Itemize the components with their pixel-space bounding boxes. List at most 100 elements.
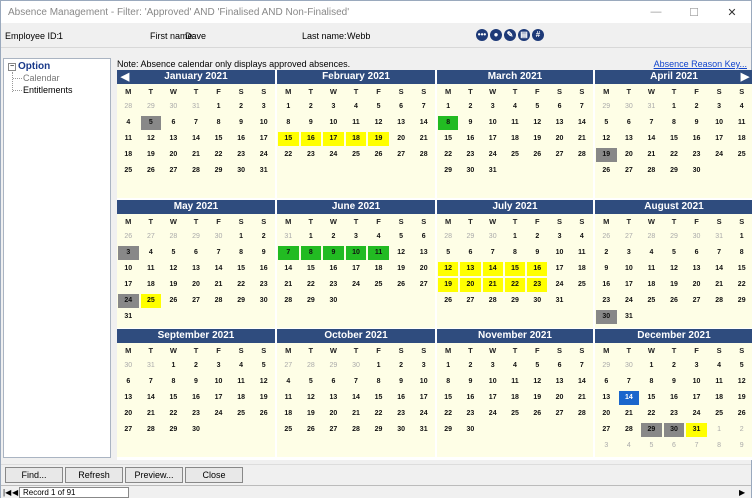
calendar-day[interactable]: 18 — [368, 262, 389, 276]
calendar-day[interactable]: 6 — [413, 230, 434, 244]
calendar-day[interactable]: 8 — [368, 375, 389, 389]
calendar-day[interactable]: 22 — [163, 407, 184, 421]
calendar-day[interactable]: 25 — [709, 407, 730, 421]
calendar-day[interactable]: 27 — [619, 230, 640, 244]
calendar-day[interactable]: 29 — [141, 100, 162, 114]
calendar-day[interactable]: 16 — [300, 132, 322, 146]
calendar-day[interactable]: 1 — [368, 359, 389, 373]
calendar-day[interactable]: 1 — [438, 100, 458, 114]
calendar-day[interactable]: 23 — [301, 148, 322, 162]
calendar-day[interactable]: 12 — [253, 375, 274, 389]
calendar-day[interactable]: 31 — [709, 230, 730, 244]
calendar-day[interactable]: 1 — [231, 230, 252, 244]
calendar-day[interactable]: 6 — [323, 375, 344, 389]
calendar-day[interactable]: 9 — [460, 116, 480, 130]
calendar-day[interactable]: 31 — [141, 359, 162, 373]
calendar-day[interactable]: 7 — [686, 439, 707, 453]
calendar-day[interactable]: 9 — [527, 246, 547, 260]
calendar-day[interactable]: 3 — [208, 359, 229, 373]
calendar-day[interactable]: 27 — [686, 294, 707, 308]
calendar-day[interactable]: 26 — [527, 148, 547, 162]
calendar-day[interactable]: 20 — [686, 278, 707, 292]
calendar-day[interactable]: 8 — [731, 246, 752, 260]
calendar-day[interactable]: 13 — [619, 132, 640, 146]
calendar-day[interactable]: 12 — [527, 375, 547, 389]
calendar-day[interactable]: 3 — [118, 246, 139, 260]
calendar-day[interactable]: 17 — [483, 391, 503, 405]
calendar-day[interactable]: 2 — [186, 359, 207, 373]
calendar-day[interactable]: 18 — [141, 278, 162, 292]
calendar-day[interactable]: 29 — [231, 294, 252, 308]
calendar-day[interactable]: 2 — [686, 100, 707, 114]
calendar-day[interactable]: 6 — [619, 116, 640, 130]
calendar-day[interactable]: 7 — [619, 375, 640, 389]
calendar-day[interactable]: 10 — [709, 116, 730, 130]
calendar-day[interactable]: 9 — [253, 246, 274, 260]
calendar-day[interactable]: 30 — [391, 423, 412, 437]
calendar-day[interactable]: 8 — [438, 375, 458, 389]
calendar-day[interactable]: 7 — [278, 246, 299, 260]
calendar-day[interactable]: 21 — [709, 278, 730, 292]
calendar-day[interactable]: 30 — [346, 359, 367, 373]
calendar-day[interactable]: 5 — [301, 375, 322, 389]
calendar-day[interactable]: 22 — [641, 407, 662, 421]
calendar-day[interactable]: 7 — [141, 375, 162, 389]
calendar-day[interactable]: 9 — [686, 116, 707, 130]
calendar-day[interactable]: 13 — [460, 262, 481, 276]
calendar-day[interactable]: 3 — [686, 359, 707, 373]
calendar-day[interactable]: 12 — [596, 132, 617, 146]
calendar-day[interactable]: 30 — [596, 310, 617, 324]
calendar-day[interactable]: 21 — [641, 148, 662, 162]
calendar-day[interactable]: 15 — [163, 391, 184, 405]
calendar-day[interactable]: 19 — [596, 148, 617, 162]
calendar-day[interactable]: 20 — [549, 391, 569, 405]
calendar-day[interactable]: 13 — [163, 132, 184, 146]
calendar-day[interactable]: 30 — [460, 423, 480, 437]
calendar-day[interactable]: 17 — [686, 391, 707, 405]
calendar-day[interactable]: 4 — [346, 100, 367, 114]
calendar-day[interactable]: 27 — [186, 294, 207, 308]
calendar-day[interactable]: 26 — [596, 230, 617, 244]
absence-reason-key-link[interactable]: Absence Reason Key... — [654, 59, 747, 69]
calendar-day[interactable]: 11 — [278, 391, 299, 405]
calendar-day[interactable]: 8 — [163, 375, 184, 389]
calendar-day[interactable]: 21 — [572, 391, 592, 405]
calendar-day[interactable]: 25 — [731, 148, 752, 162]
calendar-day[interactable]: 9 — [301, 116, 322, 130]
calendar-day[interactable]: 20 — [413, 262, 434, 276]
calendar-day[interactable]: 29 — [186, 230, 207, 244]
calendar-day[interactable]: 15 — [664, 132, 685, 146]
calendar-day[interactable]: 22 — [368, 407, 389, 421]
calendar-day[interactable]: 17 — [413, 391, 434, 405]
calendar-day[interactable]: 2 — [460, 359, 480, 373]
calendar-day[interactable]: 11 — [572, 246, 592, 260]
calendar-day[interactable]: 23 — [231, 148, 252, 162]
calendar-day[interactable]: 16 — [460, 391, 480, 405]
calendar-day[interactable]: 8 — [709, 439, 730, 453]
calendar-day[interactable]: 4 — [731, 100, 752, 114]
calendar-day[interactable]: 14 — [278, 262, 299, 276]
calendar-day[interactable]: 25 — [572, 278, 592, 292]
calendar-day[interactable]: 13 — [686, 262, 707, 276]
calendar-day[interactable]: 26 — [391, 278, 412, 292]
calendar-day[interactable]: 2 — [596, 246, 617, 260]
calendar-day[interactable]: 13 — [549, 116, 569, 130]
calendar-day[interactable]: 23 — [460, 148, 480, 162]
calendar-day[interactable]: 7 — [346, 375, 367, 389]
calendar-day[interactable]: 11 — [505, 375, 525, 389]
calendar-day[interactable]: 28 — [709, 294, 730, 308]
calendar-day[interactable]: 31 — [549, 294, 569, 308]
calendar-day[interactable]: 3 — [323, 100, 344, 114]
calendar-day[interactable]: 16 — [186, 391, 207, 405]
calendar-day[interactable]: 1 — [301, 230, 322, 244]
calendar-day[interactable]: 5 — [140, 116, 162, 130]
calendar-day[interactable]: 26 — [368, 148, 389, 162]
calendar-day[interactable]: 5 — [391, 230, 412, 244]
calendar-day[interactable]: 10 — [323, 116, 344, 130]
calendar-day[interactable]: 16 — [253, 262, 274, 276]
calendar-day[interactable]: 24 — [483, 148, 503, 162]
calendar-day[interactable]: 6 — [163, 116, 184, 130]
calendar-day[interactable]: 1 — [438, 359, 458, 373]
calendar-day[interactable]: 2 — [460, 100, 480, 114]
calendar-day[interactable]: 29 — [460, 230, 480, 244]
